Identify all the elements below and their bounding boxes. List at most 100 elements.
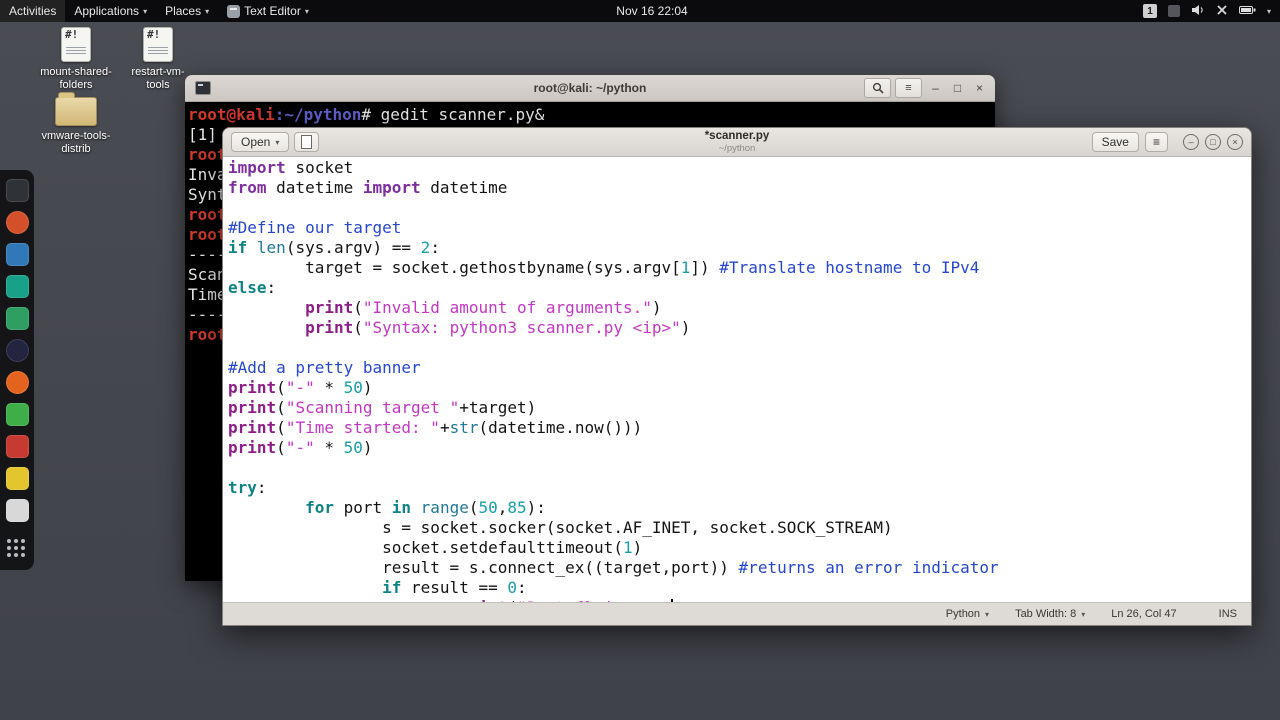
tab-width-selector[interactable]: Tab Width: 8 ▾: [1015, 608, 1085, 620]
system-tray: 1 ▾: [1142, 0, 1280, 22]
code-line: if result == 0:: [382, 578, 527, 597]
search-button[interactable]: [864, 78, 891, 98]
new-document-button[interactable]: [294, 132, 320, 152]
open-button[interactable]: Open ▾: [231, 132, 290, 152]
code-line: if len(sys.argv) == 2:: [228, 238, 440, 257]
minimize-button[interactable]: –: [1183, 134, 1199, 150]
show-applications-icon[interactable]: [7, 539, 27, 559]
caret-down-icon: ▾: [985, 609, 990, 619]
system-menu-caret-icon[interactable]: ▾: [1267, 7, 1271, 16]
app-menu-label: Text Editor: [244, 4, 301, 18]
minimize-button[interactable]: –: [927, 81, 944, 95]
caret-down-icon: ▾: [275, 137, 280, 147]
caret-down-icon: ▾: [1081, 609, 1086, 619]
text-editor-icon[interactable]: [5, 467, 29, 490]
code-line: else:: [228, 278, 277, 297]
tools-icon[interactable]: [1216, 4, 1228, 19]
save-button-label: Save: [1101, 135, 1129, 149]
gedit-statusbar: Python ▾ Tab Width: 8 ▾ Ln 26, Col 47 IN…: [223, 602, 1251, 625]
applications-menu[interactable]: Applications ▾: [65, 0, 156, 22]
document-path: ~/python: [718, 143, 756, 154]
file-manager-icon[interactable]: [5, 243, 29, 266]
code-line: print("Time started: "+str(datetime.now(…: [228, 418, 643, 437]
code-line: import socket: [228, 158, 354, 177]
metasploit-icon[interactable]: [5, 275, 29, 298]
document-lines: [148, 45, 168, 56]
volume-icon[interactable]: [1191, 4, 1205, 19]
menu-button[interactable]: ≡: [895, 78, 922, 98]
code-line: print("Syntax: python3 scanner.py <ip>"): [305, 318, 691, 337]
terminal-green-icon[interactable]: [5, 403, 29, 426]
code-line: from datetime import datetime: [228, 178, 508, 197]
app-orange-icon[interactable]: [5, 211, 29, 234]
code-line: print("Invalid amount of arguments."): [305, 298, 662, 317]
code-line: s = socket.socker(socket.AF_INET, socket…: [228, 518, 893, 537]
app-green-icon[interactable]: [5, 307, 29, 330]
gedit-title-box: *scanner.py ~/python: [705, 130, 770, 154]
new-document-icon: [301, 135, 313, 149]
top-bar: Activities Applications ▾ Places ▾ Text …: [0, 0, 1280, 22]
folder-icon: [55, 92, 97, 126]
terminal-icon: [195, 81, 211, 95]
cursor-position: Ln 26, Col 47: [1111, 608, 1177, 620]
code-line: socket.setdefaulttimeout(1): [228, 538, 643, 557]
document-lines: [66, 45, 86, 56]
close-button[interactable]: ×: [1227, 134, 1243, 150]
activities-button[interactable]: Activities: [0, 0, 66, 22]
activities-label: Activities: [9, 4, 57, 18]
code-line: for port in range(50,85):: [305, 498, 546, 517]
favorites-dock: [0, 170, 34, 570]
script-file-icon: #!: [143, 27, 173, 62]
document-title: *scanner.py: [704, 130, 770, 142]
gedit-headerbar[interactable]: Open ▾ *scanner.py ~/python Save ≡ – □ ×: [223, 128, 1251, 157]
desktop-icon-label: restart-vm- tools: [131, 66, 185, 91]
code-line: try:: [228, 478, 267, 497]
clock[interactable]: Nov 16 22:04: [606, 0, 697, 22]
search-icon: [872, 82, 884, 94]
script-file-icon: #!: [61, 27, 91, 62]
places-menu[interactable]: Places ▾: [156, 0, 218, 22]
save-button[interactable]: Save: [1091, 132, 1139, 152]
hamburger-menu-button[interactable]: ≡: [1144, 132, 1168, 152]
code-line: result = s.connect_ex((target,port)) #re…: [228, 558, 999, 577]
terminal-icon[interactable]: [5, 179, 29, 202]
gedit-window: Open ▾ *scanner.py ~/python Save ≡ – □ ×…: [222, 127, 1252, 626]
terminal-titlebar[interactable]: root@kali: ~/python ≡ – □ ×: [185, 75, 995, 102]
app-dark-icon[interactable]: [5, 339, 29, 362]
app-menu-text-editor[interactable]: Text Editor ▾: [218, 0, 318, 22]
code-editor-area[interactable]: import socket from datetime import dateti…: [223, 157, 1251, 602]
maximize-button[interactable]: □: [1205, 134, 1221, 150]
firefox-icon[interactable]: [5, 371, 29, 394]
desktop-icon-mount-shared-folders[interactable]: #! mount-shared- folders: [33, 27, 119, 92]
desktop-icon-vmware-tools-distrib[interactable]: vmware-tools- distrib: [33, 88, 119, 156]
caret-down-icon: ▾: [143, 6, 148, 16]
places-label: Places: [165, 4, 202, 18]
terminal-titlebar-buttons: ≡ – □ ×: [860, 78, 988, 98]
code-line: #Add a pretty banner: [228, 358, 421, 377]
code-line: target = socket.gethostbyname(sys.argv[1…: [228, 258, 980, 277]
app-red-icon[interactable]: [5, 435, 29, 458]
open-button-label: Open: [241, 135, 271, 149]
shebang-glyph: #!: [65, 28, 79, 41]
code-line: #Define our target: [228, 218, 402, 237]
terminal-line: root@kali:~/python# gedit scanner.py&: [188, 105, 545, 124]
code-line: print("Scanning target "+target): [228, 398, 537, 417]
insert-mode-indicator: INS: [1218, 608, 1237, 620]
language-selector[interactable]: Python ▾: [946, 608, 989, 620]
close-button[interactable]: ×: [971, 81, 988, 95]
maximize-button[interactable]: □: [949, 81, 966, 95]
app-light-icon[interactable]: [5, 499, 29, 522]
desktop-icon-label: vmware-tools- distrib: [41, 130, 111, 155]
applications-label: Applications: [74, 4, 140, 18]
shebang-glyph: #!: [147, 28, 161, 41]
keyboard-layout-indicator[interactable]: 1: [1142, 4, 1157, 18]
code-line: print("-" * 50): [228, 378, 373, 397]
window-controls: – □ ×: [1183, 134, 1243, 150]
battery-icon[interactable]: [1238, 4, 1256, 18]
text-editor-icon: [227, 4, 241, 18]
tray-app-icon[interactable]: [1167, 5, 1180, 17]
code-line: print("-" * 50): [228, 438, 373, 457]
